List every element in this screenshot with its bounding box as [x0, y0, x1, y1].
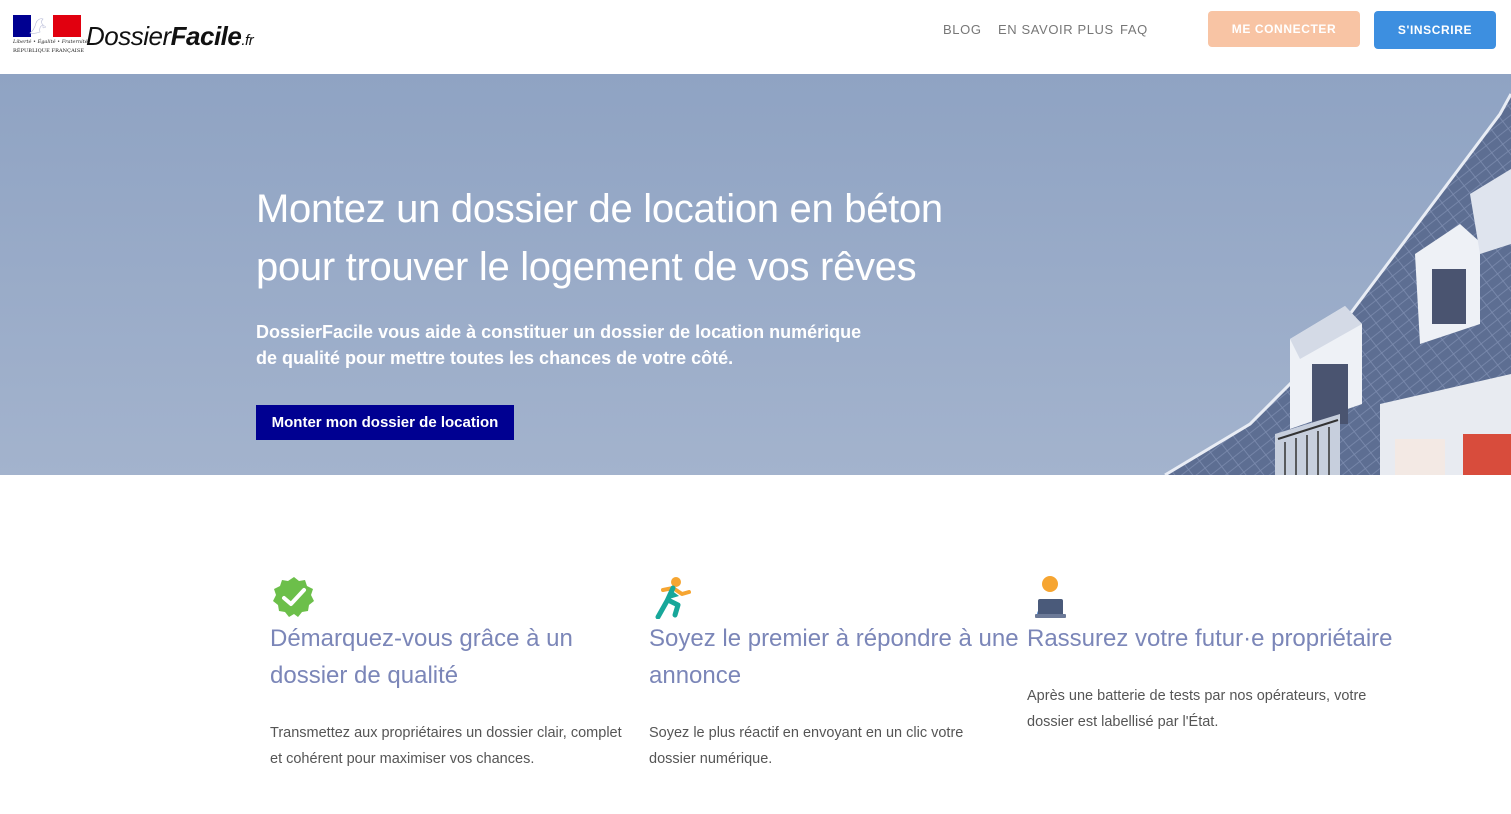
site-header: Liberté • Égalité • Fraternité RÉPUBLIQU…	[0, 0, 1511, 74]
hero-subtitle: DossierFacile vous aide à constituer un …	[256, 319, 896, 371]
brand-part-tld: .fr	[241, 32, 254, 49]
marianne-profile-icon	[29, 18, 47, 34]
person-laptop-icon	[1035, 576, 1066, 618]
feature-text: Après une batterie de tests par nos opér…	[1027, 688, 1367, 730]
hero-banner: Montez un dossier de location en béton p…	[0, 74, 1511, 475]
site-logo[interactable]: Liberté • Égalité • Fraternité RÉPUBLIQU…	[13, 15, 288, 59]
login-button[interactable]: ME CONNECTER	[1208, 11, 1360, 47]
feature-title: Rassurez votre futur·e propriétaire	[1027, 625, 1393, 652]
running-person-icon	[655, 577, 691, 619]
hero-title-line-2: pour trouver le logement de vos rêves	[256, 245, 917, 289]
marianne-logo: Liberté • Égalité • Fraternité RÉPUBLIQU…	[13, 15, 88, 57]
nav-link-blog[interactable]: BLOG	[943, 22, 982, 38]
brand-part-facile: Facile	[170, 21, 242, 51]
feature-text: Transmettez aux propriétaires un dossier…	[270, 725, 622, 767]
brand-name: DossierFacile.fr	[86, 21, 254, 56]
feature-text: Soyez le plus réactif en envoyant en un …	[649, 725, 964, 767]
french-flag-icon	[13, 15, 81, 37]
hero-subtitle-line-1: DossierFacile vous aide à constituer un …	[256, 322, 862, 342]
republic-motto: Liberté • Égalité • Fraternité	[13, 39, 88, 45]
create-dossier-button[interactable]: Monter mon dossier de location	[256, 405, 514, 440]
nav-link-faq[interactable]: FAQ	[1120, 22, 1148, 38]
feature-title: Démarquez-vous grâce à un dossier de qua…	[270, 625, 573, 689]
hero-title-line-1: Montez un dossier de location en béton	[256, 187, 943, 231]
check-badge-icon	[273, 577, 314, 617]
signup-button[interactable]: S'INSCRIRE	[1374, 11, 1496, 49]
republique-francaise-label: RÉPUBLIQUE FRANÇAISE	[13, 48, 85, 54]
hero-title: Montez un dossier de location en béton p…	[256, 180, 976, 296]
brand-part-dossier: Dossier	[86, 21, 171, 51]
feature-title: Soyez le premier à répondre à une annonc…	[649, 625, 1019, 689]
nav-link-en-savoir-plus[interactable]: EN SAVOIR PLUS	[998, 22, 1114, 38]
hero-subtitle-line-2: de qualité pour mettre toutes les chance…	[256, 348, 734, 368]
